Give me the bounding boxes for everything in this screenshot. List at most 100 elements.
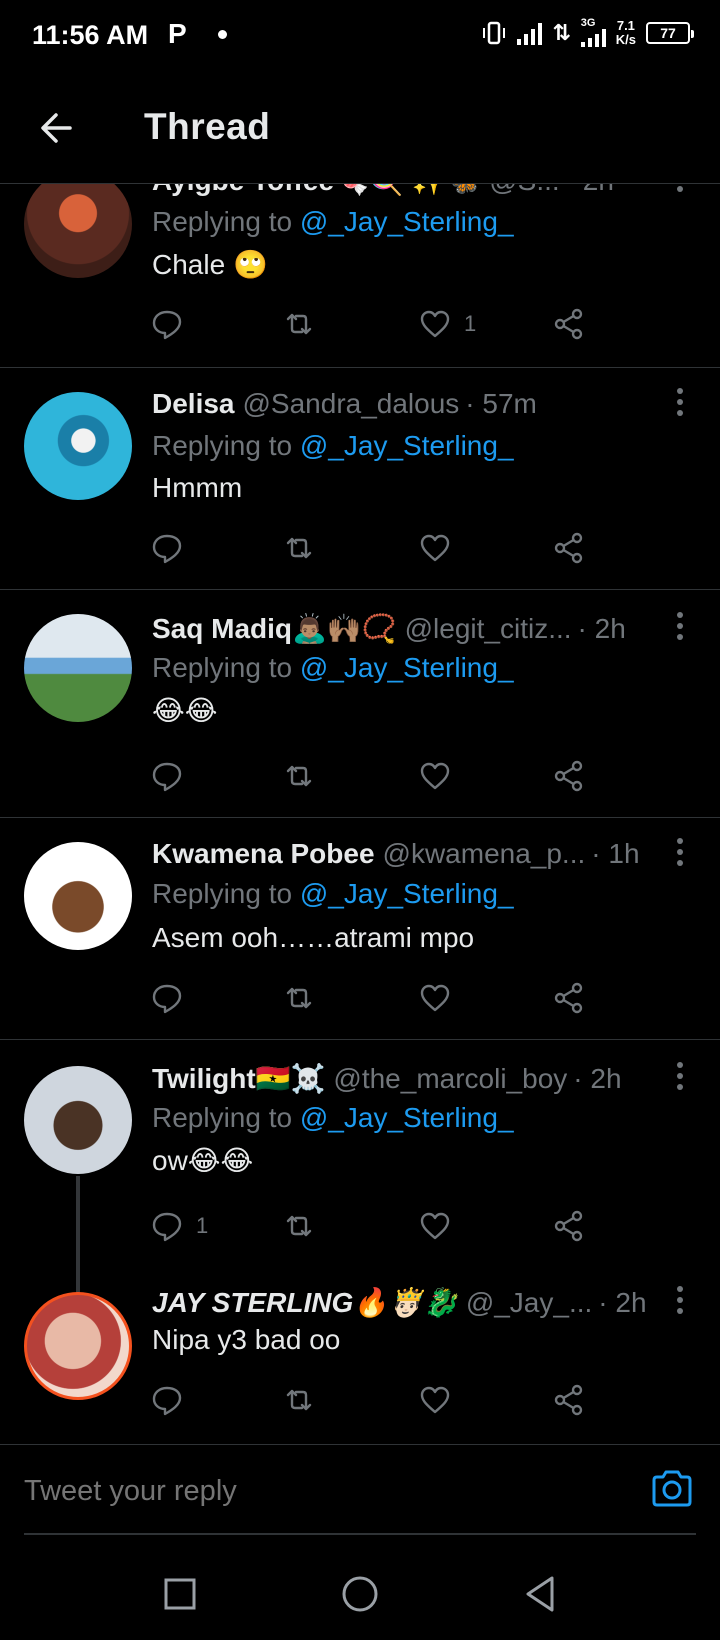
display-name[interactable]: Delisa <box>152 388 235 420</box>
timestamp: · 1h <box>591 838 640 869</box>
share-button[interactable] <box>552 528 586 568</box>
user-handle[interactable]: @legit_citiz... <box>405 613 572 645</box>
like-button[interactable] <box>418 756 464 796</box>
mention-link[interactable]: @_Jay_Sterling_ <box>300 206 514 237</box>
thread-feed[interactable]: Ayigbe Toffee🍬🍭 ✨🦋 @S... · 2h Replying t… <box>0 184 720 1444</box>
user-handle[interactable]: @the_marcoli_boy <box>333 1063 567 1095</box>
tweet-header: Ayigbe Toffee🍬🍭 ✨🦋 @S... · 2h <box>152 184 650 197</box>
reply-button[interactable]: 1 <box>150 1206 208 1246</box>
reply-input[interactable] <box>24 1475 604 1508</box>
more-options-icon[interactable] <box>676 184 684 192</box>
reply-button[interactable] <box>150 528 196 568</box>
signal-icon-2 <box>580 29 606 47</box>
share-icon <box>554 760 583 792</box>
network-type: 3G <box>580 17 596 29</box>
camera-icon[interactable] <box>648 1465 696 1513</box>
retweet-button[interactable] <box>282 756 328 796</box>
heart-icon <box>420 310 450 338</box>
reply-underline <box>24 1533 696 1535</box>
more-options-icon[interactable] <box>676 1286 684 1314</box>
heart-icon <box>420 1212 450 1240</box>
page-title: Thread <box>144 106 271 147</box>
tweet[interactable]: JAY STERLING🔥🤴🏻🐉 @_Jay_... · 2h Nipa y3 … <box>0 1266 720 1444</box>
data-transfer-icon: ⇅ <box>552 19 571 45</box>
network-speed-value: 7.1 <box>616 17 635 33</box>
display-name[interactable]: Ayigbe Toffee🍬🍭 ✨🦋 <box>152 184 481 197</box>
reply-button[interactable] <box>150 304 196 344</box>
timestamp: · 2h <box>577 613 626 644</box>
reply-button[interactable] <box>150 1380 196 1420</box>
avatar[interactable] <box>24 1066 132 1174</box>
like-button[interactable]: 1 <box>418 304 476 344</box>
heart-icon <box>420 1386 450 1414</box>
share-button[interactable] <box>552 756 586 796</box>
retweet-button[interactable] <box>282 528 328 568</box>
more-options-icon[interactable] <box>676 612 684 640</box>
avatar[interactable] <box>24 1292 132 1400</box>
display-name[interactable]: Kwamena Pobee <box>152 838 375 870</box>
replying-to: Replying to @_Jay_Sterling_ <box>152 1102 514 1134</box>
tweet-header: Twilight🇬🇭☠️ @the_marcoli_boy · 2h <box>152 1062 650 1095</box>
display-name[interactable]: JAY STERLING🔥🤴🏻🐉 <box>152 1286 458 1319</box>
like-button[interactable] <box>418 528 464 568</box>
share-button[interactable] <box>552 1380 586 1420</box>
status-time: 11:56 AM <box>32 20 149 50</box>
replying-to-prefix: Replying to <box>152 430 300 461</box>
share-icon <box>554 532 583 564</box>
replying-to-prefix: Replying to <box>152 1102 300 1133</box>
reply-button[interactable] <box>150 978 196 1018</box>
retweet-button[interactable] <box>282 978 328 1018</box>
user-handle[interactable]: @S... <box>489 184 559 197</box>
user-handle[interactable]: @_Jay_... <box>466 1287 592 1319</box>
mention-link[interactable]: @_Jay_Sterling_ <box>300 878 514 909</box>
mention-link[interactable]: @_Jay_Sterling_ <box>300 430 514 461</box>
retweet-icon <box>286 1389 312 1411</box>
replying-to-prefix: Replying to <box>152 652 300 683</box>
more-options-icon[interactable] <box>676 388 684 416</box>
like-button[interactable] <box>418 1206 464 1246</box>
tweet[interactable]: Kwamena Pobee @kwamena_p... · 1h Replyin… <box>0 818 720 1040</box>
tweet[interactable]: Twilight🇬🇭☠️ @the_marcoli_boy · 2h Reply… <box>0 1040 720 1346</box>
avatar[interactable] <box>24 842 132 950</box>
retweet-button[interactable] <box>282 1380 328 1420</box>
avatar[interactable] <box>24 184 132 278</box>
display-name[interactable]: Saq Madiq🙇🏽‍♂️🙌🏽📿 <box>152 612 397 645</box>
retweet-icon <box>286 537 312 559</box>
user-handle[interactable]: @Sandra_dalous <box>243 388 460 420</box>
retweet-button[interactable] <box>282 1206 328 1246</box>
reply-icon <box>152 310 182 340</box>
timestamp: · 57m <box>465 388 537 419</box>
recent-apps-icon[interactable] <box>160 1574 200 1614</box>
back-nav-icon[interactable] <box>520 1574 560 1614</box>
tweet-text: ow😂😂 <box>152 1145 254 1176</box>
reply-icon <box>152 984 182 1014</box>
avatar[interactable] <box>24 614 132 722</box>
more-options-icon[interactable] <box>676 838 684 866</box>
mention-link[interactable]: @_Jay_Sterling_ <box>300 652 514 683</box>
like-button[interactable] <box>418 1380 464 1420</box>
battery-level: 77 <box>660 24 676 41</box>
tweet-actions <box>150 978 620 1018</box>
home-icon[interactable] <box>340 1574 380 1614</box>
share-button[interactable] <box>552 1206 586 1246</box>
user-handle[interactable]: @kwamena_p... <box>383 838 586 870</box>
back-arrow-icon[interactable] <box>36 106 80 150</box>
reply-icon <box>152 1212 182 1242</box>
tweet[interactable]: Ayigbe Toffee🍬🍭 ✨🦋 @S... · 2h Replying t… <box>0 184 720 368</box>
tweet[interactable]: Delisa @Sandra_dalous · 57m Replying to … <box>0 368 720 590</box>
retweet-button[interactable] <box>282 304 328 344</box>
share-button[interactable] <box>552 304 586 344</box>
share-icon <box>554 1210 583 1242</box>
tweet[interactable]: Saq Madiq🙇🏽‍♂️🙌🏽📿 @legit_citiz... · 2h R… <box>0 590 720 818</box>
more-options-icon[interactable] <box>676 1062 684 1090</box>
like-button[interactable] <box>418 978 464 1018</box>
tweet-header: Kwamena Pobee @kwamena_p... · 1h <box>152 838 650 870</box>
tweet-text: Asem ooh……atrami mpo <box>152 922 475 953</box>
replying-to: Replying to @_Jay_Sterling_ <box>152 206 514 238</box>
share-button[interactable] <box>552 978 586 1018</box>
status-bar: 11:56 AM P ⇅ 3G 7.1 K/s 77 <box>0 0 720 76</box>
mention-link[interactable]: @_Jay_Sterling_ <box>300 1102 514 1133</box>
display-name[interactable]: Twilight🇬🇭☠️ <box>152 1062 325 1095</box>
reply-button[interactable] <box>150 756 196 796</box>
avatar[interactable] <box>24 392 132 500</box>
